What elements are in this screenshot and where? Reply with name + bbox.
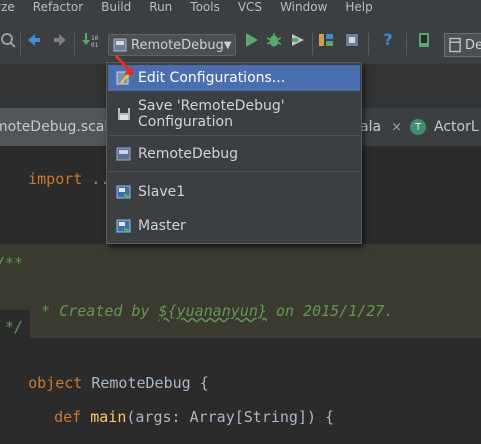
application-config-icon [116, 218, 132, 234]
run-config-dropdown: Edit Configurations... Save 'RemoteDebug… [106, 62, 362, 244]
menu-item-edit-configurations[interactable]: Edit Configurations... [108, 65, 360, 91]
menu-analyze[interactable]: yze [0, 1, 15, 13]
tab-actorl[interactable]: T ActorL [404, 108, 481, 146]
svg-text:10: 10 [91, 35, 98, 42]
menu-item-label: Save 'RemoteDebug' Configuration [138, 98, 285, 130]
window-icon [449, 37, 461, 53]
chevron-down-icon: ▼ [223, 39, 232, 51]
run-config-label: RemoteDebug [131, 37, 224, 53]
toolbar-separator [20, 33, 21, 55]
code-line-def-main: def main(args: Array[String]) { [54, 408, 335, 426]
device-icon[interactable] [416, 32, 432, 48]
menu-item-label: Slave1 [138, 184, 186, 200]
menu-separator [108, 135, 360, 136]
trait-icon: T [410, 119, 426, 135]
debugger-button[interactable]: De [444, 33, 481, 57]
menu-item-remotedebug[interactable]: RemoteDebug [108, 141, 360, 167]
find-icon[interactable] [0, 32, 16, 48]
debugger-button-label: De [464, 37, 481, 53]
menu-window[interactable]: Window [280, 1, 327, 13]
run-config-icon [113, 38, 127, 52]
tab-label: ActorL [434, 119, 479, 135]
back-icon[interactable] [26, 32, 42, 48]
menu-tools[interactable]: Tools [190, 1, 220, 13]
close-icon[interactable]: × [391, 120, 402, 135]
code-line-doc-open: /** [0, 254, 24, 272]
menu-bar: yze Refactor Build Run Tools VCS Window … [0, 0, 481, 14]
application-config-icon [116, 184, 132, 200]
menu-item-label: Edit Configurations... [138, 70, 286, 86]
menu-item-slave1[interactable]: Slave1 [108, 179, 360, 205]
run-configuration-combo[interactable]: RemoteDebug ▼ [108, 34, 236, 56]
menu-help[interactable]: Help [345, 1, 372, 13]
toolbar-separator [368, 33, 369, 55]
tab-scala-file[interactable]: ala × [360, 108, 404, 146]
code-line-doc-created: * Created by ${yuananyun} on 2015/1/27. [32, 302, 394, 320]
menu-item-master[interactable]: Master [108, 213, 360, 239]
main-toolbar: 10 01 RemoteDebug ▼ ? De [0, 14, 481, 64]
run-config-icon [116, 146, 132, 162]
menu-separator [108, 171, 360, 172]
toolbar-separator [312, 33, 313, 55]
tab-remotedebug[interactable]: moteDebug.scala [0, 108, 117, 146]
project-structure-icon[interactable] [318, 32, 334, 48]
menu-item-save-configuration[interactable]: Save 'RemoteDebug' Configuration [108, 98, 360, 130]
red-arrow-annotation [114, 54, 134, 76]
forward-icon[interactable] [52, 32, 68, 48]
menu-vcs[interactable]: VCS [238, 1, 262, 13]
help-icon[interactable]: ? [380, 32, 396, 48]
tab-label: ala [360, 119, 382, 135]
settings-icon[interactable] [344, 32, 360, 48]
svg-text:01: 01 [91, 42, 98, 49]
make-project-icon[interactable]: 10 01 [82, 32, 98, 49]
toolbar-separator [406, 33, 407, 55]
menu-item-label: RemoteDebug [138, 146, 239, 162]
tab-label: moteDebug.scala [0, 119, 117, 135]
menu-run[interactable]: Run [149, 1, 172, 13]
debug-icon[interactable] [266, 32, 282, 48]
menu-refactor[interactable]: Refactor [33, 1, 83, 13]
run-with-coverage-icon[interactable] [290, 32, 306, 48]
code-line-import: import ... [28, 170, 119, 188]
save-icon [116, 106, 132, 122]
menu-build[interactable]: Build [101, 1, 131, 13]
toolbar-separator [74, 33, 75, 55]
code-line-doc-close: */ [5, 318, 24, 336]
menu-item-label: Master [138, 218, 186, 234]
run-icon[interactable] [244, 32, 260, 48]
